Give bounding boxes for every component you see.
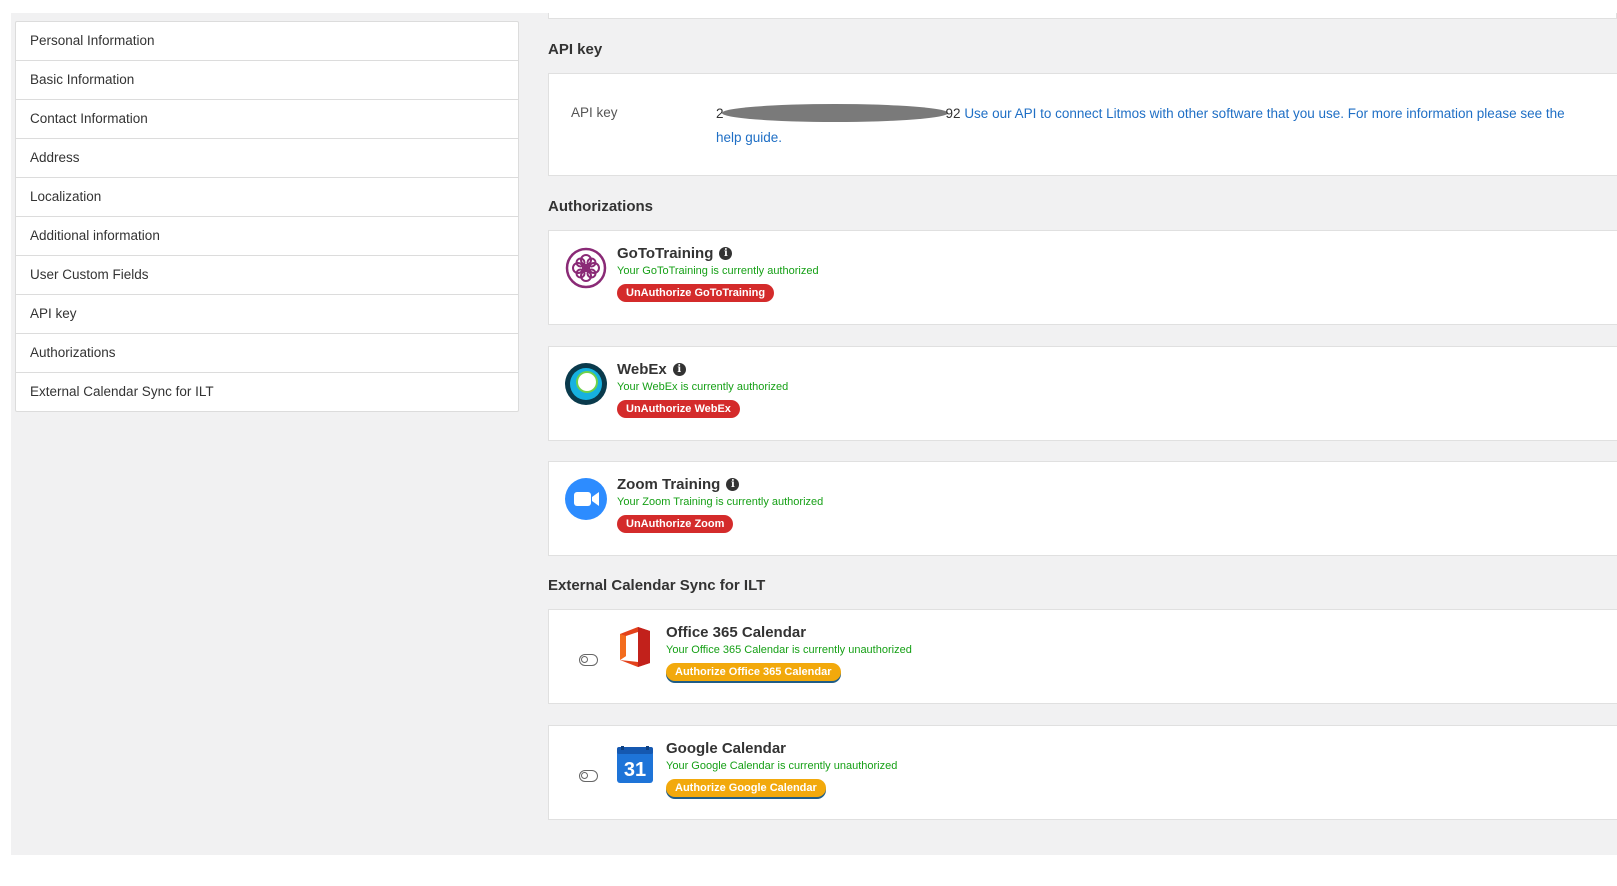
previous-section-card	[548, 13, 1617, 19]
office365-logo-icon	[620, 627, 650, 667]
unauthorize-gototraining-button[interactable]: UnAuthorize GoToTraining	[617, 284, 775, 302]
sidebar-item-address[interactable]: Address	[16, 138, 518, 177]
api-key-card: API key 2 92 Use our API to connect Litmo…	[548, 73, 1617, 176]
google-calendar-status: Your Google Calendar is currently unauth…	[666, 760, 898, 772]
webex-card: WebEx i Your WebEx is currently authorize…	[548, 346, 1617, 441]
api-key-label: API key	[571, 105, 618, 120]
profile-sidebar: Personal Information Basic Information C…	[15, 21, 519, 412]
zoom-logo-icon	[565, 478, 607, 520]
zoom-training-name: Zoom Training	[617, 476, 721, 493]
api-key-description: 2 92 Use our API to connect Litmos with o…	[716, 102, 1566, 150]
unauthorize-webex-button[interactable]: UnAuthorize WebEx	[617, 400, 740, 418]
zoom-training-card: Zoom Training i Your Zoom Training is cur…	[548, 461, 1617, 556]
google-calendar-logo-icon: 31	[617, 746, 653, 783]
sidebar-item-personal-information[interactable]: Personal Information	[16, 22, 518, 60]
calendar-sync-section-title: External Calendar Sync for ILT	[548, 577, 766, 594]
info-icon[interactable]: i	[672, 363, 686, 376]
google-calendar-sync-toggle[interactable]	[579, 770, 598, 782]
gototraining-status: Your GoToTraining is currently authorize…	[617, 265, 819, 277]
info-icon[interactable]: i	[719, 247, 733, 260]
office365-calendar-name: Office 365 Calendar	[666, 624, 807, 641]
google-calendar-day: 31	[624, 759, 646, 781]
sidebar-item-contact-information[interactable]: Contact Information	[16, 99, 518, 138]
gototraining-card: GoToTraining i Your GoToTraining is curre…	[548, 230, 1617, 325]
sidebar-item-additional-information[interactable]: Additional information	[16, 216, 518, 255]
sidebar-item-localization[interactable]: Localization	[16, 177, 518, 216]
google-calendar-name: Google Calendar	[666, 740, 787, 757]
api-key-value-suffix: 92	[945, 106, 961, 121]
authorizations-section-title: Authorizations	[548, 198, 653, 215]
api-key-section-title: API key	[548, 41, 603, 58]
sidebar-item-user-custom-fields[interactable]: User Custom Fields	[16, 255, 518, 294]
webex-name: WebEx	[617, 361, 667, 378]
gototraining-logo-icon	[565, 247, 607, 289]
sidebar-item-authorizations[interactable]: Authorizations	[16, 333, 518, 372]
office365-calendar-status: Your Office 365 Calendar is currently un…	[666, 644, 912, 656]
authorize-google-calendar-button[interactable]: Authorize Google Calendar	[666, 779, 826, 797]
redacted-api-key	[721, 104, 948, 122]
office365-calendar-card: Office 365 Calendar Your Office 365 Cale…	[548, 609, 1617, 704]
google-calendar-card: 31 Google Calendar Your Google Calendar …	[548, 725, 1617, 820]
sidebar-item-api-key[interactable]: API key	[16, 294, 518, 333]
gototraining-name: GoToTraining	[617, 245, 714, 262]
office365-sync-toggle[interactable]	[579, 654, 598, 666]
webex-status: Your WebEx is currently authorized	[617, 381, 789, 393]
info-icon[interactable]: i	[726, 478, 740, 491]
sidebar-item-external-calendar-sync[interactable]: External Calendar Sync for ILT	[16, 372, 518, 411]
sidebar-item-basic-information[interactable]: Basic Information	[16, 60, 518, 99]
webex-logo-icon	[565, 363, 607, 405]
unauthorize-zoom-button[interactable]: UnAuthorize Zoom	[617, 515, 734, 533]
zoom-training-status: Your Zoom Training is currently authoriz…	[617, 496, 824, 508]
authorize-office365-calendar-button[interactable]: Authorize Office 365 Calendar	[666, 663, 841, 681]
